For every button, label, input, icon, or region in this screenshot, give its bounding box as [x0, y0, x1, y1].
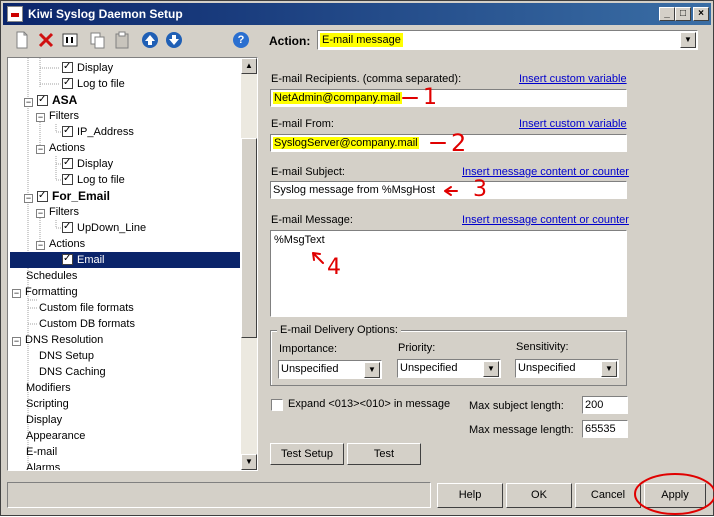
annotation-number-3: 3	[473, 177, 487, 202]
annotation-number-2: 2	[451, 129, 467, 157]
setup-window: Kiwi Syslog Daemon Setup _ □ × ? Action:	[0, 0, 714, 516]
apply-highlight-circle	[634, 473, 714, 515]
annotation-number-4: 4	[327, 255, 341, 280]
annotation-arrow-4	[312, 252, 324, 264]
annotation-arrow-3	[444, 186, 458, 196]
annotation-overlay	[312, 97, 714, 515]
annotation-number-1: 1	[423, 85, 437, 110]
